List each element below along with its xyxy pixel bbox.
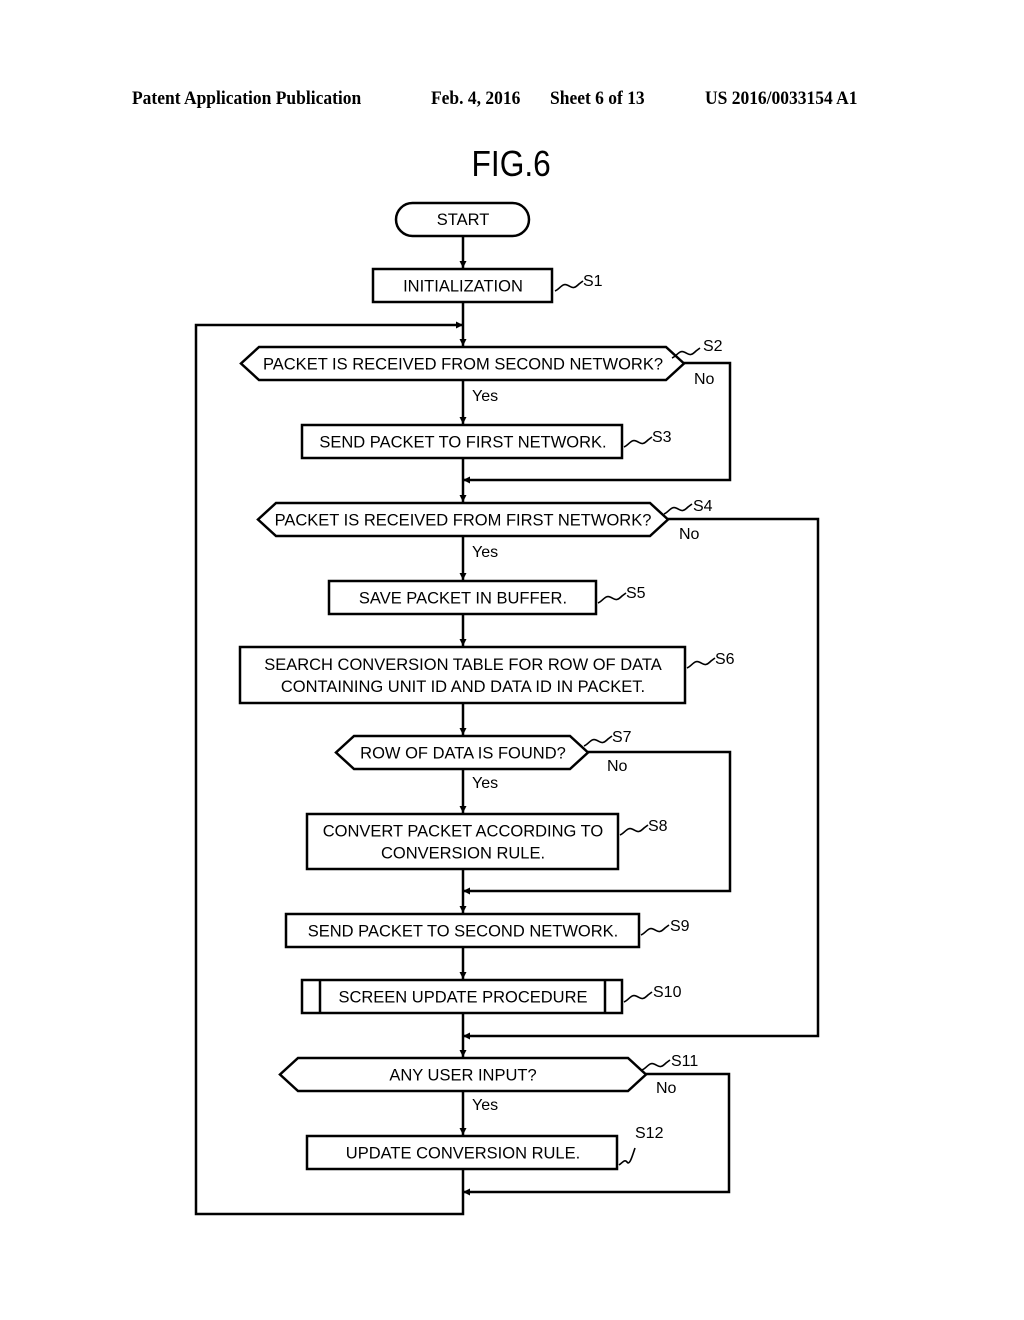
step-s2-id: S2 (703, 338, 723, 355)
step-s8-id: S8 (648, 818, 668, 835)
step-s8-text: CONVERT PACKET ACCORDING TO (323, 823, 604, 841)
step-s4-leader (663, 503, 693, 515)
step-s5-text: SAVE PACKET IN BUFFER. (359, 590, 567, 608)
step-s1-leader (554, 280, 584, 292)
step-s4-yes: Yes (472, 544, 498, 561)
step-s10-text: SCREEN UPDATE PROCEDURE (338, 989, 587, 1007)
step-s11-id: S11 (671, 1053, 698, 1070)
step-s12-leader (618, 1147, 636, 1166)
step-s12-text: UPDATE CONVERSION RULE. (346, 1145, 580, 1163)
step-s5-leader (597, 592, 627, 604)
step-s1-text: INITIALIZATION (403, 278, 523, 296)
step-s11-text: ANY USER INPUT? (389, 1067, 536, 1085)
step-s4-no: No (679, 526, 700, 543)
step-s3-text: SEND PACKET TO FIRST NETWORK. (319, 434, 606, 452)
step-s5-id: S5 (626, 585, 646, 602)
step-s2-text: PACKET IS RECEIVED FROM SECOND NETWORK? (263, 356, 663, 374)
step-s7-leader (583, 735, 613, 747)
step-s7-text: ROW OF DATA IS FOUND? (360, 745, 566, 763)
flowchart: START INITIALIZATION S1 PACKET IS RECEIVED … (194, 201, 820, 1216)
step-s7-id: S7 (612, 729, 632, 746)
step-s1-id: S1 (583, 273, 603, 290)
step-s12-id: S12 (635, 1125, 664, 1142)
step-s4-text: PACKET IS RECEIVED FROM FIRST NETWORK? (275, 512, 652, 530)
step-s2-yes: Yes (472, 388, 498, 405)
step-s3-leader (623, 436, 653, 448)
step-s11-yes: Yes (472, 1097, 498, 1114)
step-s9-leader (640, 924, 670, 936)
step-s2-no: No (694, 371, 715, 388)
step-s6-id: S6 (715, 651, 735, 668)
step-s10-id: S10 (653, 984, 682, 1001)
step-s8-text: CONVERSION RULE. (381, 845, 545, 863)
step-s7-no: No (607, 758, 628, 775)
step-s9-id: S9 (670, 918, 690, 935)
start-label: START (437, 211, 490, 229)
step-s10-leader (623, 991, 653, 1003)
step-s6-text: CONTAINING UNIT ID AND DATA ID IN PACKET… (281, 678, 645, 696)
step-s9-text: SEND PACKET TO SECOND NETWORK. (308, 923, 619, 941)
step-s4-id: S4 (693, 498, 713, 515)
step-s8-leader (619, 824, 649, 836)
step-s3-id: S3 (652, 429, 672, 446)
step-s11-no: No (656, 1080, 677, 1097)
step-s6-leader (686, 657, 716, 669)
step-s7-yes: Yes (472, 775, 498, 792)
step-s6-text: SEARCH CONVERSION TABLE FOR ROW OF DATA (264, 656, 662, 674)
step-s11-leader (641, 1059, 671, 1071)
